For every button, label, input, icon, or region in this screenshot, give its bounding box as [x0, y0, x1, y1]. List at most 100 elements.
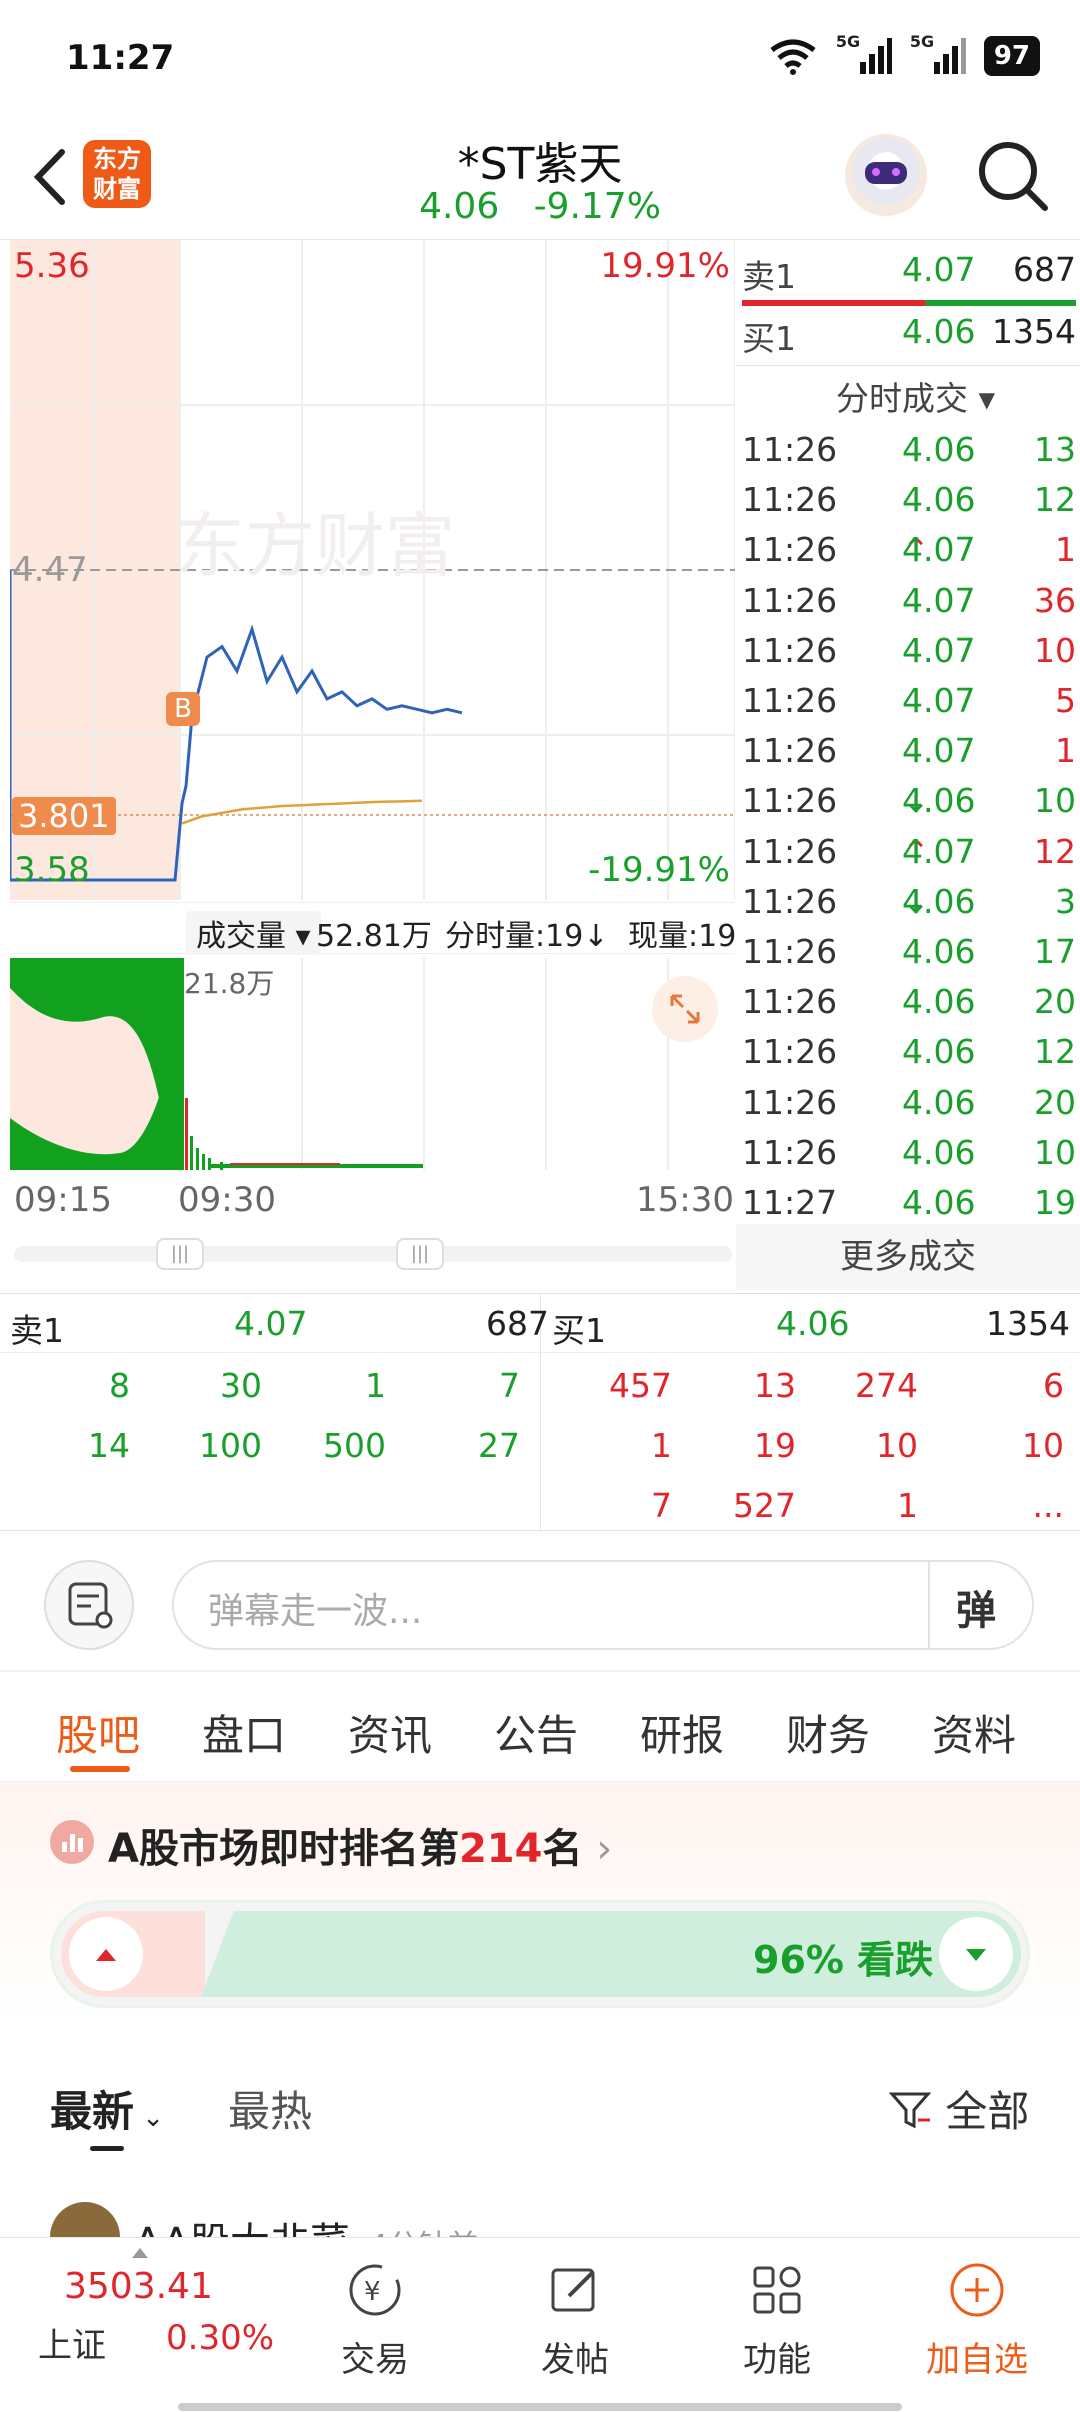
pct-min-label: -19.91%	[588, 850, 730, 890]
trade-row: 11:26 4.06 12	[742, 480, 1076, 520]
bearish-vote-button[interactable]	[939, 1917, 1013, 1991]
trade-row: 11:26 4.07 ↑ 1	[742, 530, 1076, 570]
trade-row: 11:26 4.07 ↑ 12	[742, 831, 1076, 871]
index-name[interactable]: 上证	[38, 2318, 106, 2367]
ask-queue-volume: 1	[365, 1366, 386, 1405]
bid-queue-volume: 1	[651, 1426, 672, 1465]
search-icon[interactable]	[975, 138, 1051, 214]
trade-row: 11:26 4.06 20	[742, 982, 1076, 1022]
trade-row: 11:26 4.07 36	[742, 580, 1076, 620]
tab-3[interactable]: 公告	[494, 1702, 578, 1763]
minute-volume: 分时量:19↓	[445, 919, 609, 954]
current-volume: 现量:19	[628, 919, 737, 954]
book-bid-price: 4.06	[776, 1304, 850, 1343]
y-max-label: 5.36	[14, 246, 90, 286]
edit-icon	[551, 2268, 595, 2312]
ask1-row: 卖1 4.07 687	[742, 250, 1076, 296]
y-min-label: 3.58	[14, 850, 90, 890]
buy-marker[interactable]: B	[166, 692, 200, 726]
signal-icon: 5G	[910, 32, 966, 76]
stock-change: -9.17%	[533, 186, 661, 227]
ranking-chart-icon	[50, 1820, 94, 1864]
post-feed: 最新 ⌄ 最热 全部 AA股大韭菜· 4分钟前	[0, 2022, 1080, 2272]
trade-row: 11:26 4.06 12	[742, 1032, 1076, 1072]
tab-5[interactable]: 财务	[786, 1702, 870, 1763]
more-trades-button[interactable]: 更多成交	[736, 1224, 1080, 1290]
nav-trade[interactable]: ¥ 交易	[310, 2258, 440, 2381]
volume-chart[interactable]: 21.8万	[10, 958, 735, 1170]
volume-info-bar: 成交量 ▾ 52.81万 分时量:19↓ 现量:19	[10, 902, 737, 955]
nav-functions[interactable]: 功能	[712, 2258, 842, 2381]
tab-2[interactable]: 资讯	[348, 1702, 432, 1763]
trade-row: 11:26 4.06 13	[742, 430, 1076, 469]
ask-queue-volume: 30	[220, 1366, 262, 1405]
volume-svg	[10, 958, 669, 1170]
trade-row: 11:26 4.07 1	[742, 731, 1076, 771]
trade-row: 11:26 4.06 17	[742, 932, 1076, 971]
bid-queue-volume: 10	[1022, 1426, 1064, 1465]
add-circle-icon	[950, 2263, 1004, 2317]
range-handle-right[interactable]: |||	[396, 1238, 444, 1270]
trade-row: 11:26 4.07 10	[742, 630, 1076, 670]
danmu-toggle-icon[interactable]: 弹	[956, 1578, 996, 1636]
grid-icon	[753, 2266, 801, 2314]
trade-row: 11:26 4.06 ↓ 3	[742, 881, 1076, 921]
nav-post[interactable]: 发帖	[510, 2258, 640, 2381]
ask-queue-volume: 100	[199, 1426, 262, 1465]
index-value[interactable]: 3503.41	[64, 2266, 213, 2307]
bid-queue-volume: 1	[897, 1486, 918, 1525]
ask-queue-volume: 14	[88, 1426, 130, 1465]
trade-row: 11:26 4.06 ↓ 10	[742, 781, 1076, 821]
notes-icon[interactable]	[44, 1560, 134, 1650]
sentiment-bar: 96% 看跌	[50, 1900, 1030, 2008]
bid-queue-volume: 19	[754, 1426, 796, 1465]
status-bar: 11:27 5G 5G 97	[0, 0, 1080, 120]
danmu-placeholder: 弹幕走一波...	[208, 1591, 423, 1632]
order-book: 卖1 4.07 687 买1 4.06 1354 8 30 1 7 14 100 500 27…	[0, 1293, 1080, 1532]
status-time: 11:27	[66, 38, 175, 78]
bid-queue-volume: 6	[1043, 1366, 1064, 1405]
active-tab-indicator	[70, 1766, 130, 1772]
tab-4[interactable]: 研报	[640, 1702, 724, 1763]
bid1-row: 买1 4.06 1354	[742, 312, 1076, 358]
tab-1[interactable]: 盘口	[202, 1702, 286, 1763]
ask-queue-volume: 500	[323, 1426, 386, 1465]
pct-max-label: 19.91%	[600, 246, 730, 286]
sort-latest[interactable]: 最新 ⌄	[50, 2078, 164, 2139]
time-start: 09:15	[14, 1180, 112, 1220]
bid-queue-volume: ...	[1032, 1486, 1064, 1525]
bid-queue-volume: 7	[651, 1486, 672, 1525]
battery-icon: 97	[983, 36, 1040, 76]
time-end: 15:30	[636, 1180, 734, 1220]
intraday-chart[interactable]: 东方财富 5.36 19.91% 4.47 3.801 3.58 -19.91%…	[10, 240, 735, 900]
bid-queue-volume: 274	[855, 1366, 918, 1405]
index-up-icon	[132, 2248, 148, 2258]
book-bid-label: 买1	[552, 1311, 606, 1350]
trade-section-dropdown[interactable]: 分时成交 ▾	[836, 372, 995, 420]
filter-button[interactable]: 全部	[888, 2078, 1029, 2139]
bullish-vote-button[interactable]	[69, 1917, 143, 1991]
index-change[interactable]: 0.30%	[166, 2318, 274, 2358]
ranking-section: A股市场即时排名第214名 › 96% 看跌	[0, 1782, 1080, 2022]
nav-add-watchlist[interactable]: 加自选	[912, 2258, 1042, 2381]
book-ask-label: 卖1	[10, 1311, 64, 1350]
bid-queue-volume: 527	[733, 1486, 796, 1525]
ranking-text[interactable]: A股市场即时排名第214名 ›	[108, 1816, 612, 1874]
sort-hot[interactable]: 最热	[228, 2078, 312, 2139]
range-slider-track[interactable]	[14, 1246, 732, 1262]
trade-row: 11:26 4.06 20	[742, 1082, 1076, 1122]
signal-icon: 5G	[836, 32, 892, 76]
volume-dropdown[interactable]: 成交量 ▾	[186, 911, 321, 955]
bid-queue-volume: 13	[754, 1366, 796, 1405]
watermark: 东方财富	[175, 507, 455, 585]
assistant-robot-icon[interactable]	[845, 134, 927, 216]
book-ask-vol: 687	[486, 1304, 549, 1343]
range-handle-left[interactable]: |||	[156, 1238, 204, 1270]
danmu-input[interactable]: 弹幕走一波... 弹	[172, 1560, 1034, 1650]
tab-6[interactable]: 资料	[932, 1702, 1016, 1763]
status-icons: 5G 5G 97	[768, 32, 1040, 76]
tab-0[interactable]: 股吧	[56, 1702, 140, 1763]
trades-panel: 卖1 4.07 687 买1 4.06 1354 分时成交 ▾ 11:26 4.0…	[736, 240, 1080, 1290]
expand-icon[interactable]	[652, 976, 718, 1042]
total-volume: 52.81万	[316, 919, 432, 954]
